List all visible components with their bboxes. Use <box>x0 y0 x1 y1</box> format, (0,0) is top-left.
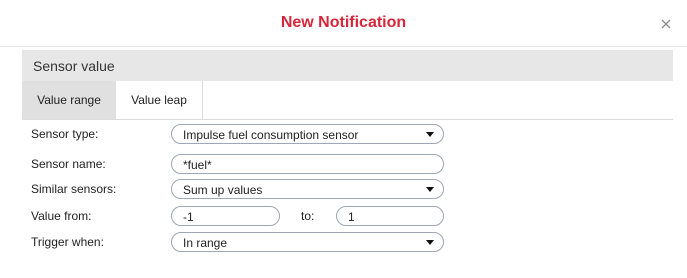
sensor-type-select[interactable]: Impulse fuel consumption sensor <box>171 124 444 144</box>
tab-bar: Value range Value leap <box>22 81 673 120</box>
similar-sensors-row: Similar sensors: Sum up values <box>22 179 673 199</box>
sensor-name-input[interactable]: *fuel* <box>171 154 444 174</box>
sensor-name-row: Sensor name: *fuel* <box>22 154 673 174</box>
value-to-label: to: <box>301 209 315 223</box>
trigger-when-label: Trigger when: <box>31 235 104 249</box>
trigger-when-select[interactable]: In range <box>171 232 444 252</box>
value-range-row: Value from: -1 to: 1 <box>22 206 673 226</box>
value-from-value: -1 <box>183 210 194 224</box>
section-header-label: Sensor value <box>33 58 115 74</box>
trigger-when-value: In range <box>183 236 228 250</box>
sensor-name-value: *fuel* <box>183 158 212 172</box>
tab-value-range[interactable]: Value range <box>22 81 116 119</box>
value-from-input[interactable]: -1 <box>171 206 280 226</box>
title-divider <box>0 46 687 47</box>
similar-sensors-value: Sum up values <box>183 183 263 197</box>
similar-sensors-label: Similar sensors: <box>31 182 117 196</box>
similar-sensors-select[interactable]: Sum up values <box>171 179 444 199</box>
sensor-name-label: Sensor name: <box>31 157 106 171</box>
trigger-when-row: Trigger when: In range <box>22 232 673 252</box>
close-icon[interactable] <box>659 17 673 31</box>
section-header: Sensor value <box>22 50 673 81</box>
value-to-value: 1 <box>348 210 355 224</box>
value-from-label: Value from: <box>31 209 92 223</box>
chevron-down-icon <box>426 132 434 137</box>
dialog-title: New Notification <box>280 14 407 31</box>
sensor-type-value: Impulse fuel consumption sensor <box>183 128 359 142</box>
value-to-input[interactable]: 1 <box>336 206 444 226</box>
tab-value-leap[interactable]: Value leap <box>116 81 203 119</box>
chevron-down-icon <box>426 240 434 245</box>
chevron-down-icon <box>426 187 434 192</box>
sensor-type-label: Sensor type: <box>31 127 99 141</box>
sensor-type-row: Sensor type: Impulse fuel consumption se… <box>22 124 673 144</box>
new-notification-dialog: New Notification Sensor value Value rang… <box>0 0 687 278</box>
